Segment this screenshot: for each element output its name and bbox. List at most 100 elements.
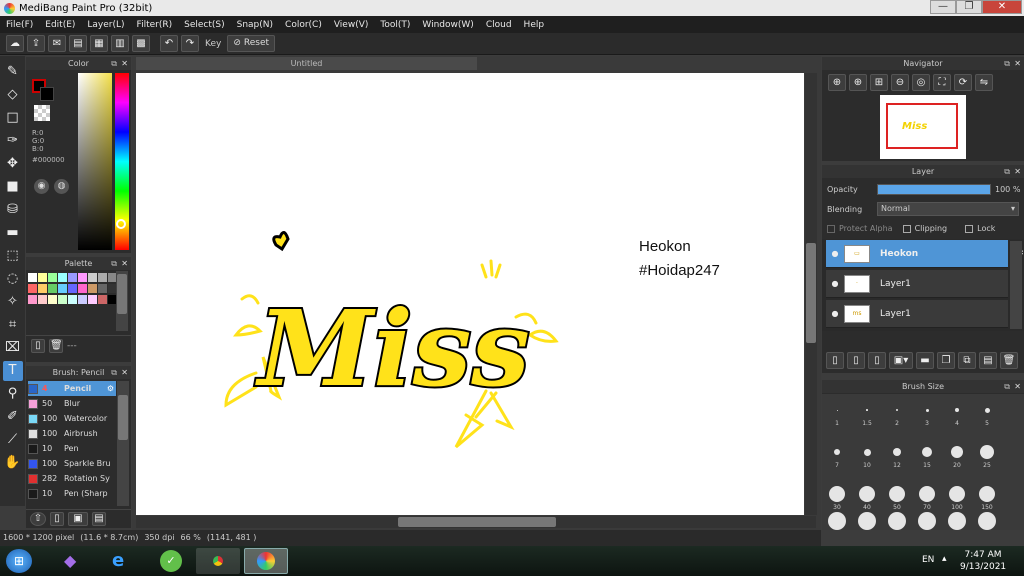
brush-size-option[interactable]: [925, 408, 929, 412]
brush-size-option[interactable]: [863, 448, 871, 456]
fill-rect-tool-icon[interactable]: ■: [3, 177, 23, 197]
brush-size-option[interactable]: [893, 448, 901, 456]
select-eraser-tool-icon[interactable]: ⌧: [3, 338, 23, 358]
transparent-color-swatch[interactable]: [34, 105, 50, 121]
brush-size-option[interactable]: [984, 407, 990, 413]
brush-item[interactable]: 100 Airbrush: [28, 426, 116, 441]
layer-row[interactable]: ● · Layer1: [826, 270, 1008, 298]
brush-size-option[interactable]: [919, 486, 935, 502]
brush-size-option[interactable]: [949, 486, 965, 502]
brush-item[interactable]: 282 Rotation Sy: [28, 471, 116, 486]
palette-swatch[interactable]: [58, 295, 67, 304]
dock-icon[interactable]: ⧉: [1004, 57, 1010, 70]
horizontal-scrollbar[interactable]: [136, 516, 816, 528]
brush-size-option[interactable]: [948, 512, 966, 530]
close-icon[interactable]: ✕: [121, 257, 128, 270]
brush-item[interactable]: 4 Pencil ⚙: [28, 381, 116, 396]
brush-size-option[interactable]: [859, 486, 875, 502]
language-indicator[interactable]: EN: [922, 555, 934, 565]
saturation-value-picker[interactable]: [78, 73, 112, 250]
palette-swatch[interactable]: [98, 295, 107, 304]
menu-snap[interactable]: Snap(N): [231, 20, 279, 30]
undo-icon[interactable]: ↶: [160, 35, 178, 52]
close-icon[interactable]: ✕: [121, 366, 128, 379]
flip-icon[interactable]: ⇋: [975, 74, 993, 91]
duplicate-layer-icon[interactable]: ❐: [937, 352, 955, 369]
folder-icon[interactable]: ▬: [916, 352, 934, 369]
palette-swatch[interactable]: [38, 295, 47, 304]
eraser-tool-icon[interactable]: ◇: [3, 85, 23, 105]
palette-swatch[interactable]: [68, 295, 77, 304]
comment-icon[interactable]: ✉: [48, 35, 66, 52]
brush-size-option[interactable]: [980, 445, 994, 459]
document-tab[interactable]: Untitled: [136, 57, 477, 70]
minimize-button[interactable]: —: [930, 0, 956, 14]
lasso-tool-icon[interactable]: ◌: [3, 269, 23, 289]
zoom-in-icon[interactable]: ⊕: [828, 74, 846, 91]
layer-properties-icon[interactable]: ▤: [979, 352, 997, 369]
palette-swatch[interactable]: [28, 273, 37, 282]
maximize-button[interactable]: ❐: [956, 0, 982, 14]
delete-layer-icon[interactable]: 🗑: [1000, 352, 1018, 369]
palette-swatch[interactable]: [48, 295, 57, 304]
tray-arrow-icon[interactable]: ▴: [942, 554, 947, 564]
close-button[interactable]: ✕: [982, 0, 1022, 14]
chrome-taskbar-button[interactable]: [196, 548, 240, 574]
close-icon[interactable]: ✕: [1014, 380, 1021, 393]
menu-cloud[interactable]: Cloud: [480, 20, 518, 30]
brush-tool-icon[interactable]: ✎: [3, 62, 23, 82]
palette-swatch[interactable]: [78, 273, 87, 282]
delete-palette-icon[interactable]: 🗑: [49, 338, 63, 353]
menu-tool[interactable]: Tool(T): [374, 20, 416, 30]
brush-props-icon[interactable]: ▤: [92, 511, 106, 526]
bucket-tool-icon[interactable]: ⛁: [3, 200, 23, 220]
menu-file[interactable]: File(F): [0, 20, 39, 30]
vertical-scrollbar[interactable]: [805, 73, 817, 515]
palette-swatch[interactable]: [48, 284, 57, 293]
dock-icon[interactable]: ⧉: [111, 366, 117, 379]
menu-layer[interactable]: Layer(L): [81, 20, 130, 30]
brush-size-option[interactable]: [979, 486, 995, 502]
dock-icon[interactable]: ⧉: [1004, 165, 1010, 178]
actual-size-icon[interactable]: ◎: [912, 74, 930, 91]
new-8bit-layer-icon[interactable]: ▯: [868, 352, 886, 369]
select-pen-tool-icon[interactable]: ⌗: [3, 315, 23, 335]
dock-icon[interactable]: ⧉: [1004, 380, 1010, 393]
zoom-in2-icon[interactable]: ⊕: [849, 74, 867, 91]
palette-swatch[interactable]: [88, 273, 97, 282]
palette-swatch[interactable]: [68, 273, 77, 282]
grid-icon[interactable]: ▥: [111, 35, 129, 52]
palette-swatch[interactable]: [98, 284, 107, 293]
palette-swatch[interactable]: [78, 295, 87, 304]
eye-icon[interactable]: ●: [826, 279, 844, 288]
close-icon[interactable]: ✕: [1014, 165, 1021, 178]
opacity-slider[interactable]: [877, 184, 991, 195]
document-icon[interactable]: ▦: [90, 35, 108, 52]
merge-layer-icon[interactable]: ⧉: [958, 352, 976, 369]
brush-size-option[interactable]: [828, 512, 846, 530]
clock[interactable]: 7:47 AM 9/13/2021: [960, 549, 1006, 573]
redo-icon[interactable]: ↷: [181, 35, 199, 52]
menu-view[interactable]: View(V): [328, 20, 375, 30]
menu-help[interactable]: Help: [518, 20, 551, 30]
brush-item[interactable]: 10 Pen (Sharp: [28, 486, 116, 501]
palette-swatch[interactable]: [38, 284, 47, 293]
brush-size-option[interactable]: [888, 512, 906, 530]
brush-size-option[interactable]: [951, 446, 963, 458]
brush-size-option[interactable]: [922, 447, 932, 457]
eyedropper-tool-icon[interactable]: ✐: [3, 407, 23, 427]
fit-window-icon[interactable]: ⛶: [933, 74, 951, 91]
lock-checkbox[interactable]: [965, 224, 974, 233]
new-layer-icon[interactable]: ▯: [826, 352, 844, 369]
palette-swatch[interactable]: [88, 284, 97, 293]
eye-icon[interactable]: ●: [826, 249, 844, 258]
brush-size-option[interactable]: [896, 409, 898, 411]
close-icon[interactable]: ✕: [121, 57, 128, 70]
brush-upload-icon[interactable]: ⇧: [30, 511, 46, 526]
menu-window[interactable]: Window(W): [416, 20, 479, 30]
menu-filter[interactable]: Filter(R): [131, 20, 179, 30]
brush-size-option[interactable]: [858, 512, 876, 530]
brush-item[interactable]: 50 Blur: [28, 396, 116, 411]
layer-row[interactable]: ● ▭ Heokon ⚙: [826, 240, 1024, 268]
layer-menu-icon[interactable]: ▣▾: [889, 352, 913, 369]
